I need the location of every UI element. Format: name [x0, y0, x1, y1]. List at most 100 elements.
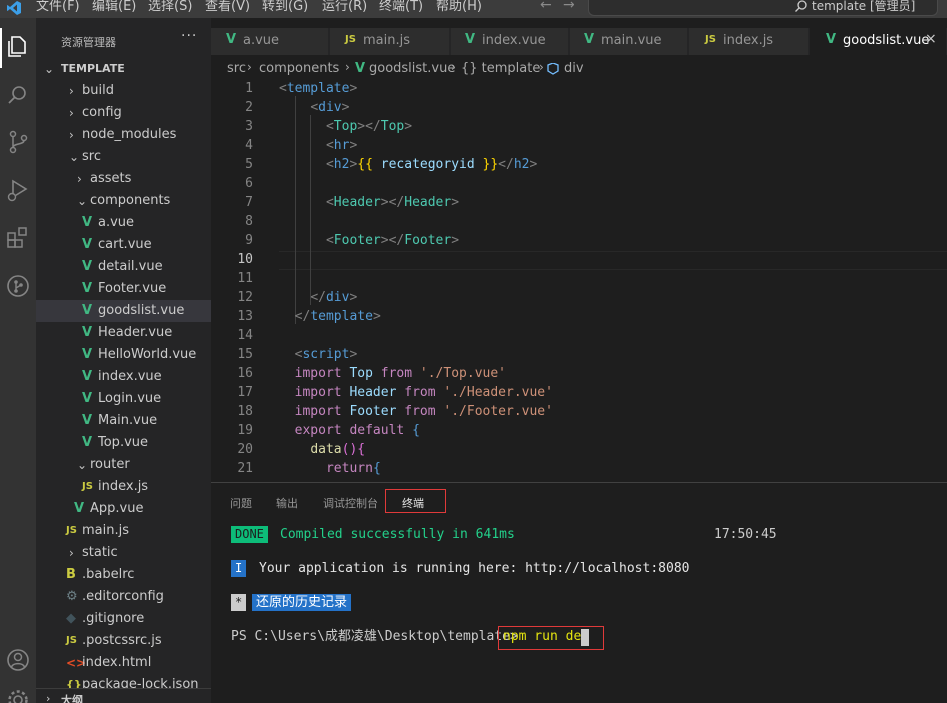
- tab-index-js[interactable]: JS index.js: [689, 28, 809, 55]
- code-token: >: [349, 290, 358, 305]
- settings-icon[interactable]: [4, 686, 32, 703]
- chevron-right-icon: ›: [539, 60, 544, 74]
- code-token: h2: [513, 157, 530, 172]
- explorer-icon[interactable]: [4, 32, 32, 60]
- tree-item-src[interactable]: ⌄ src: [36, 146, 211, 168]
- tree-item-top-vue[interactable]: V Top.vue: [36, 432, 211, 454]
- tree-item-main-vue[interactable]: V Main.vue: [36, 410, 211, 432]
- breadcrumb-div[interactable]: div: [564, 61, 584, 76]
- code-token: <: [325, 138, 334, 153]
- tree-item-detail-vue[interactable]: Vdetail.vue: [36, 256, 211, 278]
- code-line: export default {: [279, 421, 420, 440]
- extensions-icon[interactable]: [4, 223, 32, 251]
- outline-section[interactable]: › 大纲: [36, 688, 211, 703]
- tree-item-babelrc[interactable]: B .babelrc: [36, 564, 211, 586]
- more-actions-icon[interactable]: ···: [181, 28, 197, 44]
- vue-file-icon: V: [82, 325, 93, 340]
- tree-item-assets[interactable]: › assets: [36, 168, 211, 190]
- tree-item-main-js[interactable]: JS main.js: [36, 520, 211, 542]
- tree-item-label: config: [82, 105, 122, 120]
- tab-goodslist-vue[interactable]: V goodslist.vue ×: [810, 28, 947, 55]
- code-token: import: [294, 366, 342, 381]
- tab-main-vue[interactable]: V main.vue: [570, 28, 688, 55]
- nav-forward-button[interactable]: →: [563, 0, 575, 13]
- search-icon[interactable]: [4, 82, 32, 110]
- tree-item-cart-vue[interactable]: Vcart.vue: [36, 234, 211, 256]
- code-token: >: [349, 347, 358, 362]
- tree-item-node-modules[interactable]: › node_modules: [36, 124, 211, 146]
- tree-item-components[interactable]: ⌄ components: [36, 190, 211, 212]
- code-token: <: [325, 157, 334, 172]
- code-line: <Top></Top>: [279, 117, 412, 136]
- run-debug-icon[interactable]: [4, 176, 32, 204]
- code-editor[interactable]: 1 2 3 4 5 6 7 8 9 10 11 12 13 14 15 16 17 18 19 20 21 <templ…: [211, 77, 947, 482]
- code-token: './Header.vue': [443, 385, 553, 400]
- chevron-right-icon: ›: [46, 692, 51, 703]
- tree-item-label: static: [82, 545, 118, 560]
- code-token: Header: [333, 195, 381, 210]
- tree-root-template[interactable]: ⌄ TEMPLATE: [36, 58, 211, 80]
- code-token: </: [310, 290, 326, 305]
- tree-item-config[interactable]: › config: [36, 102, 211, 124]
- tree-item-gitignore[interactable]: ◆ .gitignore: [36, 608, 211, 630]
- close-tab-icon[interactable]: ×: [925, 31, 937, 47]
- git-graph-icon[interactable]: [4, 272, 32, 300]
- tab-main-js[interactable]: JS main.js: [330, 28, 450, 55]
- tree-item-a-vue[interactable]: Va.vue: [36, 212, 211, 234]
- tree-item-index-html[interactable]: <> index.html: [36, 652, 211, 674]
- code-token: </: [294, 309, 311, 324]
- menu-terminal[interactable]: 终端(T): [379, 0, 423, 18]
- tree-item-router[interactable]: ⌄ router: [36, 454, 211, 476]
- menu-help[interactable]: 帮助(H): [436, 0, 482, 18]
- line-number: 16: [237, 366, 253, 381]
- menu-file[interactable]: 文件(F): [36, 0, 80, 18]
- code-token: (): [341, 442, 358, 457]
- code-token: template: [310, 309, 373, 324]
- tab-a-vue[interactable]: V a.vue: [211, 28, 329, 55]
- menu-view[interactable]: 查看(V): [205, 0, 250, 18]
- done-badge: DONE: [231, 526, 268, 543]
- breadcrumb-template[interactable]: {} template: [461, 61, 540, 76]
- tree-item-helloworld-vue[interactable]: V HelloWorld.vue: [36, 344, 211, 366]
- nav-back-button[interactable]: ←: [540, 0, 552, 13]
- tree-item-footer-vue[interactable]: V Footer.vue: [36, 278, 211, 300]
- menu-run[interactable]: 运行(R): [322, 0, 367, 18]
- source-control-icon[interactable]: [4, 128, 32, 156]
- tab-output[interactable]: 输出: [276, 495, 298, 511]
- tree-item-header-vue[interactable]: V Header.vue: [36, 322, 211, 344]
- tree-item-index-js[interactable]: JS index.js: [36, 476, 211, 498]
- tree-item-editorconfig[interactable]: ⚙ .editorconfig: [36, 586, 211, 608]
- code-token: from: [404, 404, 436, 419]
- vue-file-icon: V: [82, 215, 93, 230]
- code-token: template: [286, 81, 350, 96]
- breadcrumb-components[interactable]: components: [259, 61, 339, 76]
- git-file-icon: ◆: [66, 611, 76, 626]
- menu-edit[interactable]: 编辑(E): [92, 0, 136, 18]
- code-token: hr: [333, 138, 350, 153]
- tab-problems[interactable]: 问题: [230, 495, 252, 511]
- menu-go[interactable]: 转到(G): [262, 0, 308, 18]
- tree-item-postcssrc-js[interactable]: JS .postcssrc.js: [36, 630, 211, 652]
- code-line: <script>: [279, 345, 358, 364]
- tree-item-build[interactable]: › build: [36, 80, 211, 102]
- code-token: Header: [349, 385, 397, 400]
- history-star: *: [231, 594, 247, 611]
- tree-item-index-vue[interactable]: Vindex.vue: [36, 366, 211, 388]
- line-number: 11: [237, 271, 253, 286]
- code-token: <: [310, 100, 319, 115]
- tree-item-label: assets: [90, 171, 132, 186]
- tree-item-goodslist-vue[interactable]: Vgoodslist.vue: [36, 300, 211, 322]
- tree-item-login-vue[interactable]: V Login.vue: [36, 388, 211, 410]
- tab-debug-console[interactable]: 调试控制台: [323, 495, 378, 511]
- terminal-tab-highlight-box: [385, 489, 446, 513]
- breadcrumb-file[interactable]: goodslist.vue: [369, 61, 455, 76]
- menu-selection[interactable]: 选择(S): [148, 0, 192, 18]
- activity-bar: [0, 18, 36, 703]
- tab-index-vue[interactable]: V index.vue: [451, 28, 569, 55]
- tree-item-static[interactable]: › static: [36, 542, 211, 564]
- tree-item-app-vue[interactable]: V App.vue: [36, 498, 211, 520]
- account-icon[interactable]: [4, 646, 32, 674]
- breadcrumb-src[interactable]: src: [227, 61, 246, 76]
